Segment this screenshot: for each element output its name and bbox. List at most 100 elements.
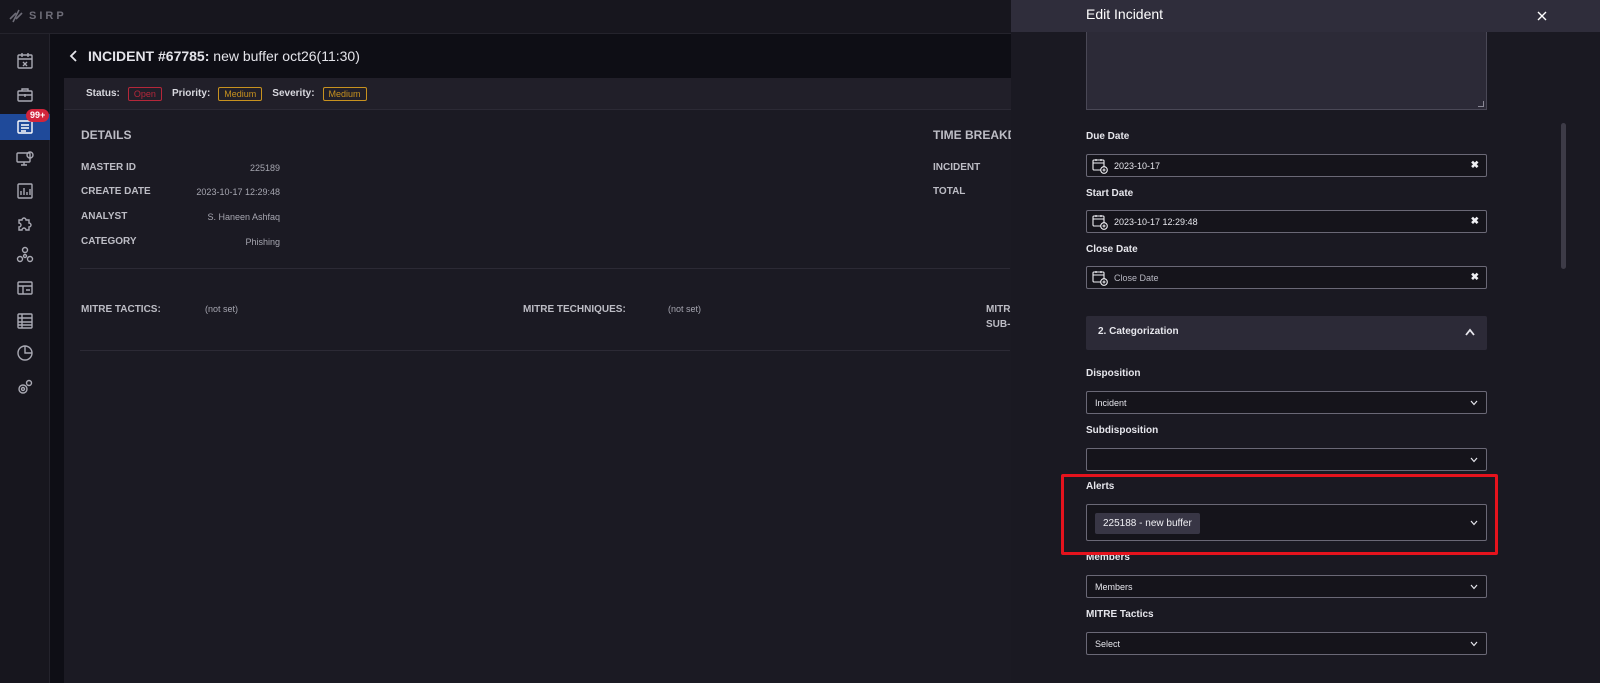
description-textarea[interactable]: [1086, 32, 1487, 110]
chart-icon: [17, 183, 33, 199]
sidebar: 99+: [0, 34, 50, 683]
master-id-value: 225189: [249, 163, 280, 173]
mitre-sub-label-line2: SUB-: [986, 319, 1011, 330]
sidebar-item-assets[interactable]: [0, 308, 50, 334]
sidebar-item-calendar[interactable]: [0, 48, 50, 74]
time-breakdown-heading: TIME BREAKD: [933, 128, 1017, 142]
sirp-logo-icon: [9, 9, 23, 23]
database-icon: [17, 313, 33, 329]
app-logo[interactable]: SIRP: [9, 9, 67, 23]
mitre-techniques-label: MITRE TECHNIQUES:: [523, 304, 626, 315]
calendar-add-icon: [1092, 214, 1108, 230]
calendar-add-icon: [1092, 270, 1108, 286]
dashboard-icon: [17, 281, 33, 295]
incident-name: new buffer oct26(11:30): [213, 48, 360, 64]
due-date-label: Due Date: [1086, 131, 1130, 142]
chevron-up-icon: [1465, 328, 1475, 336]
disposition-label: Disposition: [1086, 368, 1141, 379]
close-icon[interactable]: [1536, 10, 1548, 22]
close-date-field[interactable]: Close Date ✖: [1086, 266, 1487, 289]
start-date-label: Start Date: [1086, 188, 1134, 199]
close-date-label: Close Date: [1086, 244, 1138, 255]
briefcase-icon: [17, 88, 33, 102]
members-placeholder: Members: [1095, 582, 1133, 592]
subdisposition-label: Subdisposition: [1086, 425, 1159, 436]
categorization-title: 2. Categorization: [1098, 326, 1179, 337]
category-label: CATEGORY: [81, 236, 137, 247]
sidebar-item-incidents[interactable]: 99+: [0, 109, 50, 140]
mitre-tactics-select[interactable]: Select: [1086, 632, 1487, 655]
create-date-label: CREATE DATE: [81, 186, 151, 197]
members-label: Members: [1086, 552, 1130, 563]
sidebar-item-reports[interactable]: [0, 178, 50, 204]
sidebar-item-analytics[interactable]: [0, 340, 50, 366]
due-date-value: 2023-10-17: [1114, 160, 1161, 171]
calendar-add-icon: [1092, 158, 1108, 174]
clear-start-date-icon[interactable]: ✖: [1471, 216, 1479, 227]
status-badge: Open: [127, 86, 162, 101]
priority-badge: Medium: [218, 86, 263, 101]
drawer-header: Edit Incident: [1011, 0, 1600, 32]
subdisposition-select[interactable]: [1086, 448, 1487, 471]
mitre-techniques-value: (not set): [668, 304, 702, 314]
disposition-value: Incident: [1095, 398, 1127, 408]
categorization-accordion[interactable]: 2. Categorization: [1086, 316, 1487, 350]
status-bar: Status: Open Priority: Medium Severity: …: [64, 78, 1024, 110]
close-date-placeholder: Close Date: [1114, 272, 1159, 283]
sidebar-item-cases[interactable]: [0, 82, 50, 108]
divider: [80, 268, 1010, 269]
resize-grip-icon[interactable]: [1478, 101, 1484, 107]
status-label: Status:: [86, 88, 120, 99]
start-date-value: 2023-10-17 12:29:48: [1114, 216, 1198, 227]
chevron-down-icon: [1470, 520, 1478, 526]
monitor-alert-icon: [16, 151, 34, 166]
mitre-tactics-placeholder: Select: [1095, 639, 1121, 649]
page-title-row: INCIDENT #67785: new buffer oct26(11:30): [68, 48, 360, 64]
alerts-label: Alerts: [1086, 481, 1115, 492]
mitre-tactics-value: (not set): [205, 304, 239, 314]
mitre-sub-label-line1: MITR: [986, 304, 1011, 315]
clear-due-date-icon[interactable]: ✖: [1471, 160, 1479, 171]
back-arrow-icon[interactable]: [68, 49, 80, 63]
network-icon: [16, 246, 34, 263]
disposition-select[interactable]: Incident: [1086, 391, 1487, 414]
start-date-field[interactable]: 2023-10-17 12:29:48 ✖: [1086, 210, 1487, 233]
analyst-label: ANALYST: [81, 211, 128, 222]
drawer-title: Edit Incident: [1086, 6, 1164, 22]
notification-badge: 99+: [26, 109, 50, 122]
details-heading: DETAILS: [81, 128, 132, 142]
category-value: Phishing: [245, 237, 280, 247]
alert-chip[interactable]: 225188 - new buffer: [1095, 513, 1200, 534]
create-date-value: 2023-10-17 12:29:48: [196, 187, 280, 197]
due-date-field[interactable]: 2023-10-17 ✖: [1086, 154, 1487, 177]
chevron-down-icon: [1470, 457, 1478, 463]
calendar-x-icon: [17, 53, 33, 69]
drawer-scrollbar[interactable]: [1561, 123, 1566, 269]
page-title: INCIDENT #67785: new buffer oct26(11:30): [88, 48, 360, 64]
puzzle-icon: [18, 217, 32, 231]
sidebar-item-dashboard[interactable]: [0, 275, 50, 301]
members-select[interactable]: Members: [1086, 575, 1487, 598]
time-incident-label: INCIDENT: [933, 162, 981, 173]
chevron-down-icon: [1470, 641, 1478, 647]
sidebar-item-alerts[interactable]: [0, 146, 50, 172]
chevron-down-icon: [1470, 400, 1478, 406]
divider: [80, 350, 1010, 351]
time-total-label: TOTAL: [933, 186, 966, 197]
sidebar-item-settings[interactable]: [0, 374, 50, 400]
incident-number: INCIDENT #67785:: [88, 48, 210, 64]
severity-badge: Medium: [322, 86, 367, 101]
mitre-tactics-label: MITRE TACTICS:: [81, 304, 161, 315]
alerts-select[interactable]: 225188 - new buffer: [1086, 504, 1487, 541]
edit-incident-drawer: Edit Incident Due Date 2023-10-17 ✖ Star…: [1011, 0, 1600, 683]
app-logo-text: SIRP: [29, 10, 67, 22]
priority-label: Priority:: [171, 88, 211, 99]
settings-icon: [18, 379, 33, 394]
pie-chart-icon: [17, 345, 33, 361]
chevron-down-icon: [1470, 584, 1478, 590]
sidebar-item-integrations[interactable]: [0, 210, 50, 236]
analyst-value: S. Haneen Ashfaq: [207, 212, 280, 222]
severity-label: Severity:: [272, 88, 315, 99]
clear-close-date-icon[interactable]: ✖: [1471, 272, 1479, 283]
sidebar-item-threat-intel[interactable]: [0, 242, 50, 268]
